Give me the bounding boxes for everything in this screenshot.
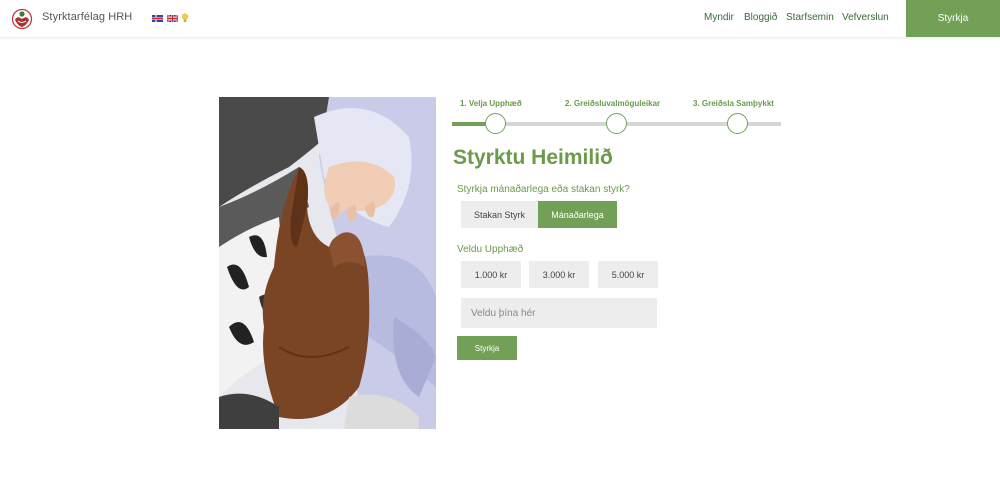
amount-5000-button[interactable]: 5.000 kr	[598, 261, 658, 288]
page-title: Styrktu Heimilið	[453, 146, 613, 169]
brand-name[interactable]: Styrktarfélag HRH	[42, 11, 132, 23]
nav-link-starfsemin[interactable]: Starfsemin	[786, 12, 834, 23]
step-2-marker	[606, 113, 627, 134]
nav-link-vefverslun[interactable]: Vefverslun	[842, 12, 889, 23]
donate-submit-button[interactable]: Styrkja	[457, 336, 517, 360]
donate-header-button[interactable]: Styrkja	[906, 0, 1000, 37]
logo-icon[interactable]	[11, 8, 33, 29]
frequency-label: Styrkja mánaðarlega eða stakan styrk?	[457, 184, 630, 195]
step-3-marker	[727, 113, 748, 134]
amount-label: Veldu Upphæð	[457, 244, 524, 255]
nav-link-myndir[interactable]: Myndir	[704, 12, 734, 23]
step-1-label: 1. Velja Upphæð	[460, 99, 522, 108]
amount-3000-button[interactable]: 3.000 kr	[529, 261, 589, 288]
hands-photo	[219, 97, 436, 429]
monthly-button[interactable]: Mánaðarlega	[538, 201, 617, 228]
top-navigation-bar: Styrktarfélag HRH Myndir Bloggið Starfse…	[0, 0, 1000, 37]
nav-link-blog[interactable]: Bloggið	[744, 12, 777, 23]
flag-iceland-icon[interactable]	[152, 15, 163, 22]
one-time-button[interactable]: Stakan Styrk	[461, 201, 538, 228]
step-1-marker	[485, 113, 506, 134]
custom-amount-input[interactable]	[461, 298, 657, 328]
lightbulb-icon[interactable]	[181, 13, 189, 23]
amount-1000-button[interactable]: 1.000 kr	[461, 261, 521, 288]
step-3-label: 3. Greiðsla Samþykkt	[693, 99, 774, 108]
flag-uk-icon[interactable]	[167, 15, 178, 22]
step-2-label: 2. Greiðsluvalmöguleikar	[565, 99, 661, 108]
